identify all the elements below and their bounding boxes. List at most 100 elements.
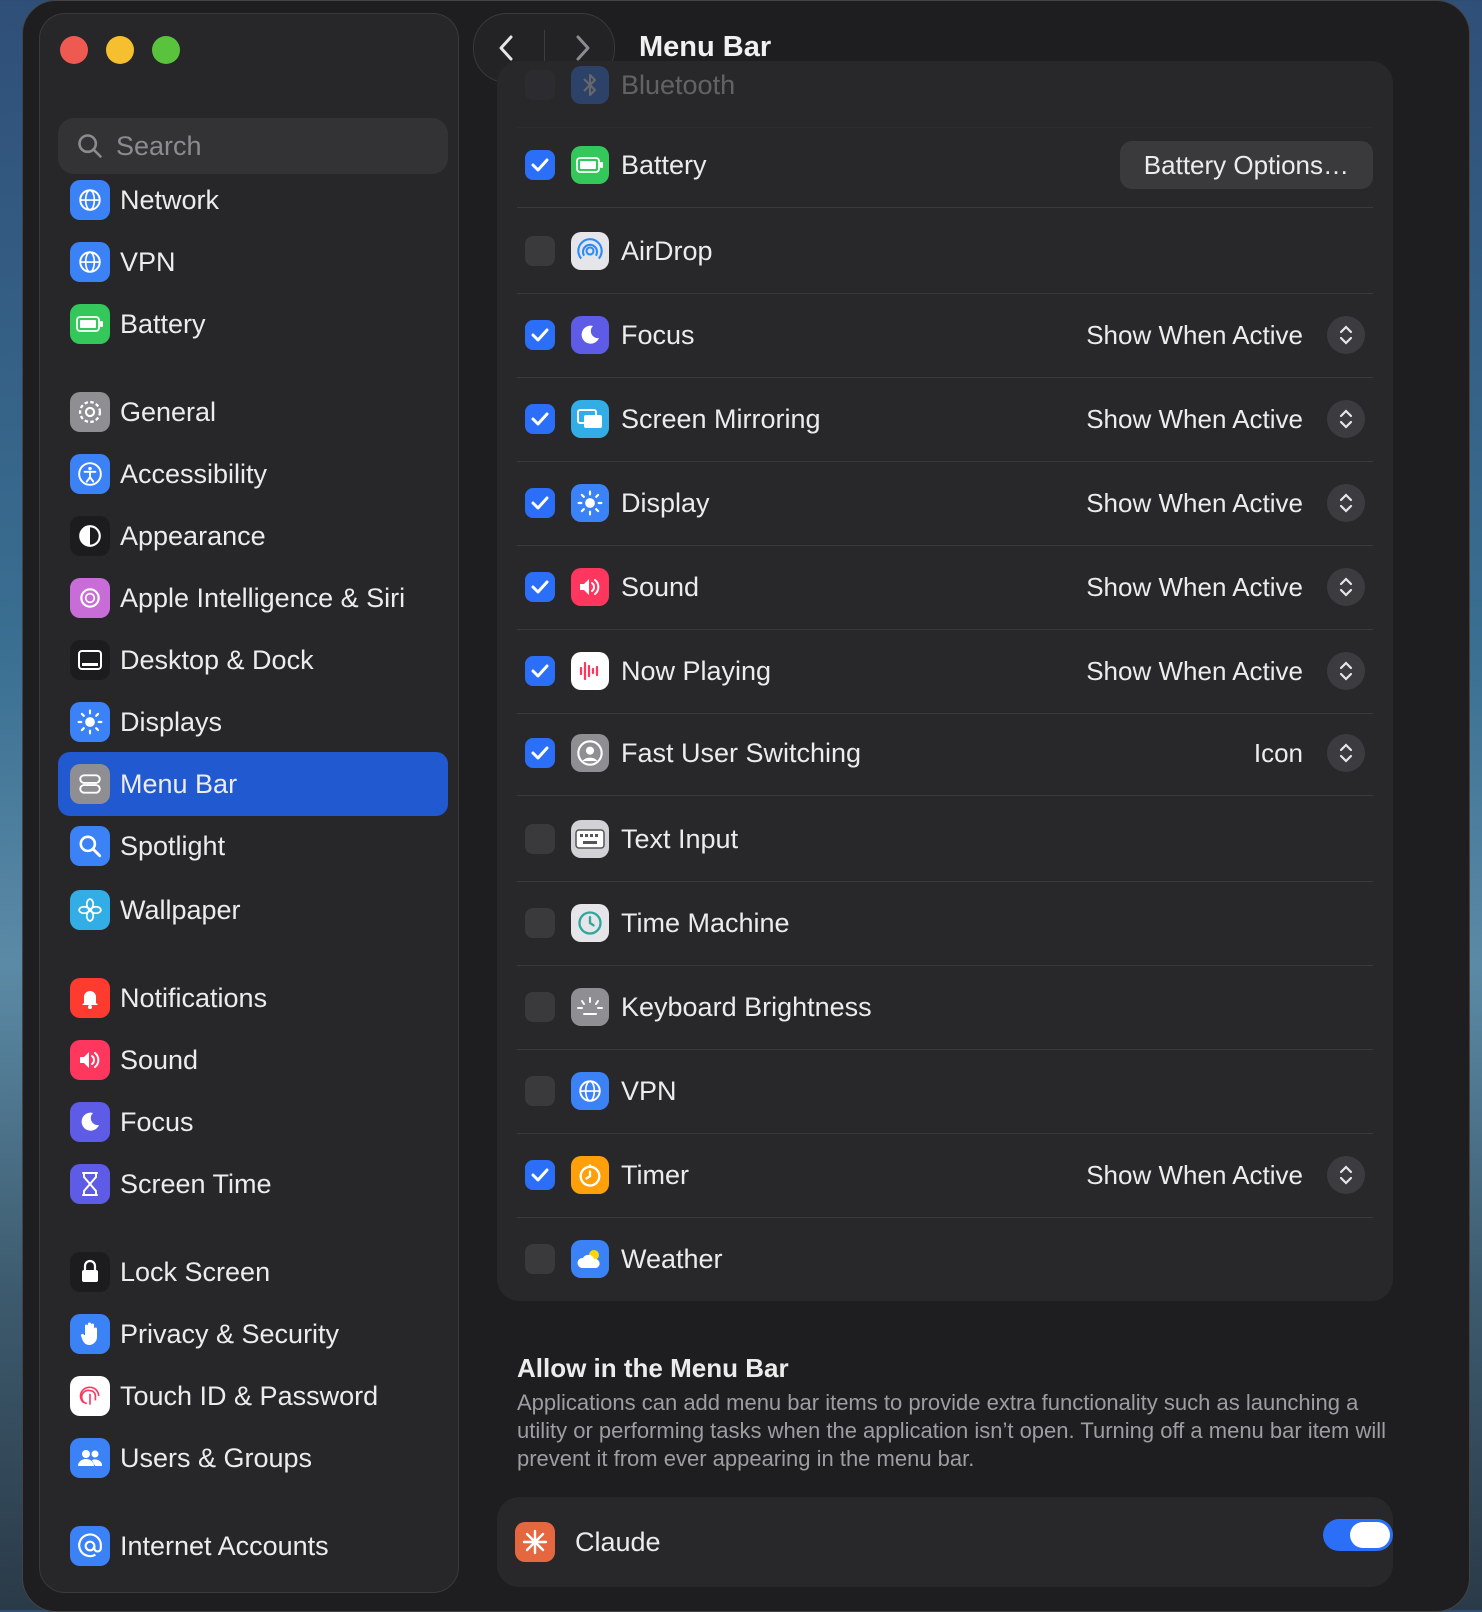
sidebar-item-touch-id-password[interactable]: Touch ID & Password <box>58 1364 448 1428</box>
settings-window: Network VPN Battery General Accessibility App… <box>22 0 1470 1612</box>
sidebar-item-internet-accounts[interactable]: Internet Accounts <box>58 1514 448 1578</box>
speaker-icon <box>70 1040 110 1080</box>
at-icon <box>70 1526 110 1566</box>
checkbox-vpn[interactable] <box>525 1076 555 1106</box>
sidebar-item-label: Touch ID & Password <box>120 1380 379 1411</box>
battery-icon <box>70 304 110 344</box>
sidebar-item-accessibility[interactable]: Accessibility <box>58 442 448 506</box>
minimize-button[interactable] <box>106 36 134 64</box>
search-input[interactable] <box>114 129 438 163</box>
moon-icon <box>571 316 609 354</box>
checkbox-screen-mirroring[interactable] <box>525 404 555 434</box>
menu-item-label: Bluetooth <box>621 69 736 100</box>
sidebar-item-label: Displays <box>120 706 223 737</box>
checkbox-keyboard-brightness[interactable] <box>525 992 555 1022</box>
sidebar-item-vpn[interactable]: VPN <box>58 230 448 294</box>
checkmark-icon <box>531 496 549 510</box>
menu-item-label: Weather <box>621 1243 723 1274</box>
select-stepper[interactable] <box>1327 734 1365 772</box>
checkbox-now-playing[interactable] <box>525 656 555 686</box>
sidebar-item-displays[interactable]: Displays <box>58 690 448 754</box>
zoom-button[interactable] <box>152 36 180 64</box>
sidebar-item-battery[interactable]: Battery <box>58 292 448 356</box>
select-stepper[interactable] <box>1327 568 1365 606</box>
visibility-select-value[interactable]: Show When Active <box>1086 656 1303 687</box>
toggle-knob <box>1350 1522 1390 1548</box>
visibility-select-value[interactable]: Show When Active <box>1086 404 1303 435</box>
checkbox-bluetooth[interactable] <box>525 70 555 100</box>
menu-bar-controls-panel: Bluetooth Battery Battery Options… AirDrop F… <box>497 61 1393 1301</box>
siri-icon <box>70 578 110 618</box>
claude-toggle[interactable] <box>1323 1519 1393 1551</box>
sidebar-item-label: Lock Screen <box>120 1256 271 1287</box>
gear-icon <box>70 392 110 432</box>
globe-icon <box>70 242 110 282</box>
sidebar-item-label: Wallpaper <box>120 894 241 925</box>
checkmark-icon <box>531 664 549 678</box>
menubar-icon <box>70 764 110 804</box>
sidebar-item-lock-screen[interactable]: Lock Screen <box>58 1240 448 1304</box>
keyboard-icon <box>571 820 609 858</box>
weather-icon <box>571 1240 609 1278</box>
sidebar-item-label: Accessibility <box>120 458 268 489</box>
visibility-select-value[interactable]: Show When Active <box>1086 488 1303 519</box>
checkbox-battery[interactable] <box>525 150 555 180</box>
sidebar-item-spotlight[interactable]: Spotlight <box>58 814 448 878</box>
sidebar-item-privacy-security[interactable]: Privacy & Security <box>58 1302 448 1366</box>
menu-item-label: Focus <box>621 319 695 350</box>
sidebar-item-label: Appearance <box>120 520 266 551</box>
checkbox-display[interactable] <box>525 488 555 518</box>
menu-item-label: Keyboard Brightness <box>621 991 872 1022</box>
menu-item-row-screen-mirroring: Screen Mirroring Show When Active <box>517 377 1373 462</box>
allow-section-title: Allow in the Menu Bar <box>517 1353 789 1383</box>
checkbox-text-input[interactable] <box>525 824 555 854</box>
checkmark-icon <box>531 580 549 594</box>
flower-icon <box>70 890 110 930</box>
allow-section-description: Applications can add menu bar items to p… <box>517 1390 1387 1471</box>
sidebar-item-label: Sound <box>120 1044 199 1075</box>
checkbox-airdrop[interactable] <box>525 236 555 266</box>
sidebar-item-users-groups[interactable]: Users & Groups <box>58 1426 448 1490</box>
select-stepper[interactable] <box>1327 400 1365 438</box>
sidebar-item-wallpaper[interactable]: Wallpaper <box>58 878 448 942</box>
select-stepper[interactable] <box>1327 316 1365 354</box>
sidebar-item-screen-time[interactable]: Screen Time <box>58 1152 448 1216</box>
dock-icon <box>70 640 110 680</box>
visibility-select-value[interactable]: Show When Active <box>1086 320 1303 351</box>
sidebar-item-focus[interactable]: Focus <box>58 1090 448 1154</box>
select-stepper[interactable] <box>1327 652 1365 690</box>
checkbox-fast-user-switching[interactable] <box>525 738 555 768</box>
sidebar-item-appearance[interactable]: Appearance <box>58 504 448 568</box>
bell-icon <box>70 978 110 1018</box>
sidebar-item-label: Internet Accounts <box>120 1530 329 1561</box>
menu-item-row-keyboard-brightness: Keyboard Brightness <box>517 965 1373 1050</box>
sidebar-item-label: Screen Time <box>120 1168 272 1199</box>
chevron-up-down-icon <box>1339 661 1353 681</box>
visibility-select-value[interactable]: Icon <box>1254 738 1303 769</box>
visibility-select-value[interactable]: Show When Active <box>1086 572 1303 603</box>
lock-icon <box>70 1252 110 1292</box>
checkbox-focus[interactable] <box>525 320 555 350</box>
select-stepper[interactable] <box>1327 484 1365 522</box>
close-button[interactable] <box>60 36 88 64</box>
checkbox-weather[interactable] <box>525 1244 555 1274</box>
sidebar-item-notifications[interactable]: Notifications <box>58 966 448 1030</box>
checkbox-timer[interactable] <box>525 1160 555 1190</box>
menu-item-row-airdrop: AirDrop <box>517 209 1373 294</box>
sidebar-item-apple-intelligence-siri[interactable]: Apple Intelligence & Siri <box>58 566 448 630</box>
menu-item-row-focus: Focus Show When Active <box>517 293 1373 378</box>
visibility-select-value[interactable]: Show When Active <box>1086 1160 1303 1191</box>
sidebar-item-sound[interactable]: Sound <box>58 1028 448 1092</box>
sidebar-item-network[interactable]: Network <box>58 168 448 232</box>
sidebar-item-menu-bar[interactable]: Menu Bar <box>58 752 448 816</box>
battery-options-button[interactable]: Battery Options… <box>1119 141 1373 189</box>
battery-icon <box>571 146 609 184</box>
fingerprint-icon <box>70 1376 110 1416</box>
search-field[interactable] <box>58 118 448 174</box>
select-stepper[interactable] <box>1327 1156 1365 1194</box>
sidebar-item-desktop-dock[interactable]: Desktop & Dock <box>58 628 448 692</box>
sidebar-item-general[interactable]: General <box>58 380 448 444</box>
checkbox-sound[interactable] <box>525 572 555 602</box>
checkbox-time-machine[interactable] <box>525 908 555 938</box>
window-controls <box>60 36 180 64</box>
